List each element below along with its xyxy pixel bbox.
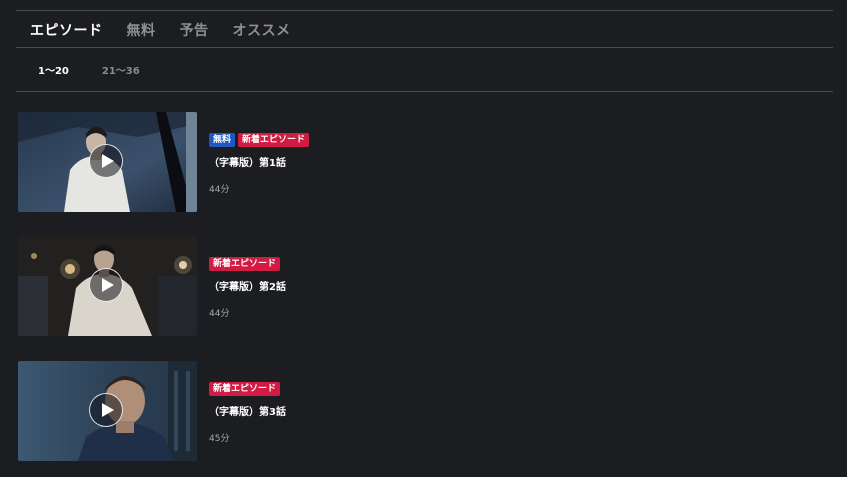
new-episode-badge: 新着エピソード — [238, 132, 310, 147]
episode-duration: 45分 — [209, 434, 230, 444]
range-1-20[interactable]: 1〜20 — [38, 62, 69, 77]
episode-thumbnail[interactable] — [18, 236, 197, 336]
tab-trailer[interactable]: 予告 — [180, 20, 209, 40]
play-icon[interactable] — [89, 144, 123, 178]
episode-thumbnail[interactable] — [18, 112, 197, 212]
episode-badges: 無料 新着エピソード — [209, 132, 310, 147]
episode-info: 新着エピソード （字幕版）第3話 45分 — [209, 381, 286, 444]
episode-title[interactable]: （字幕版）第3話 — [209, 403, 286, 418]
play-icon[interactable] — [89, 393, 123, 427]
episode-badges: 新着エピソード — [209, 256, 286, 271]
episode-duration: 44分 — [209, 309, 230, 319]
episode-info: 無料 新着エピソード （字幕版）第1話 44分 — [209, 132, 310, 195]
free-badge: 無料 — [209, 132, 236, 147]
content-tabs: エピソード 無料 予告 オススメ — [30, 18, 291, 42]
range-divider — [16, 91, 833, 92]
episode-item: 無料 新着エピソード （字幕版）第1話 44分 — [18, 112, 718, 212]
new-episode-badge: 新着エピソード — [209, 381, 281, 396]
tabs-divider — [16, 47, 833, 48]
tab-recommended[interactable]: オススメ — [233, 20, 291, 40]
episode-badges: 新着エピソード — [209, 381, 286, 396]
episode-title[interactable]: （字幕版）第2話 — [209, 278, 286, 293]
episode-list-panel: エピソード 無料 予告 オススメ 1〜20 21〜36 無料 新着エピソード （… — [0, 0, 847, 477]
tab-episodes[interactable]: エピソード — [30, 20, 103, 40]
episode-item: 新着エピソード （字幕版）第2話 44分 — [18, 236, 718, 336]
new-episode-badge: 新着エピソード — [209, 256, 281, 271]
episode-info: 新着エピソード （字幕版）第2話 44分 — [209, 256, 286, 319]
episode-thumbnail[interactable] — [18, 361, 197, 461]
episode-duration: 44分 — [209, 185, 230, 195]
play-icon[interactable] — [89, 268, 123, 302]
episode-title[interactable]: （字幕版）第1話 — [209, 154, 309, 169]
episode-range-selector: 1〜20 21〜36 — [38, 61, 140, 77]
tab-free[interactable]: 無料 — [127, 20, 156, 40]
range-21-36[interactable]: 21〜36 — [102, 62, 140, 77]
top-divider — [16, 10, 833, 11]
episode-item: 新着エピソード （字幕版）第3話 45分 — [18, 361, 718, 461]
